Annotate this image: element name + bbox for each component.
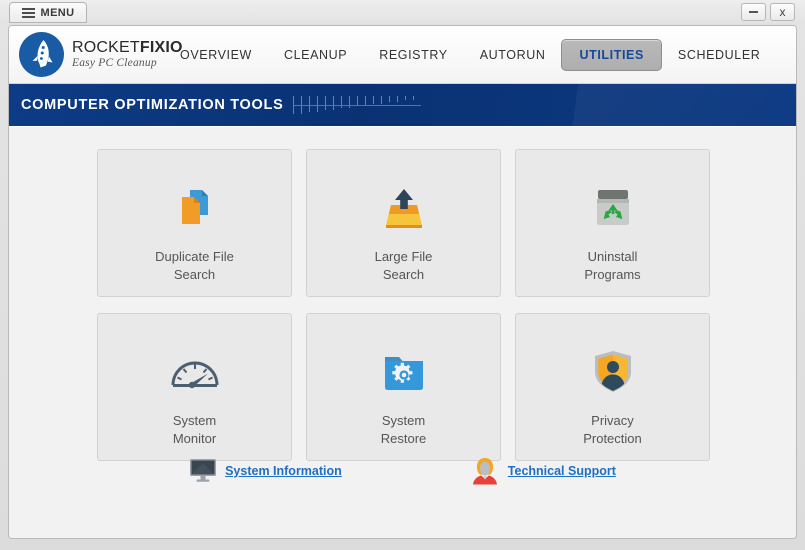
tab-autorun[interactable]: AUTORUN	[464, 39, 562, 71]
tool-tile-label: Uninstall Programs	[584, 249, 641, 283]
tab-overview[interactable]: OVERVIEW	[164, 39, 268, 71]
tab-cleanup[interactable]: CLEANUP	[268, 39, 363, 71]
tool-tile-privacy-protection[interactable]: Privacy Protection	[515, 313, 710, 461]
ruler-decoration	[293, 96, 422, 114]
hamburger-icon	[21, 7, 35, 18]
folder-gear-icon	[374, 342, 434, 402]
link-technical-support[interactable]: Technical Support	[472, 457, 616, 485]
shield-person-icon	[583, 342, 643, 402]
minimize-button[interactable]	[741, 3, 766, 21]
tool-tile-label: System Monitor	[172, 413, 217, 447]
window-frame: ROCKETFIXIO Easy PC Cleanup OVERVIEW CLE…	[8, 25, 797, 539]
tab-registry[interactable]: REGISTRY	[363, 39, 463, 71]
tool-tile-large-file-search[interactable]: Large File Search	[306, 149, 501, 297]
content-area: Duplicate File Search Large File Search	[9, 126, 796, 538]
menu-button-label: MENU	[40, 6, 75, 19]
tool-tile-label: Large File Search	[374, 249, 433, 283]
tab-utilities[interactable]: UTILITIES	[561, 38, 662, 71]
brand-name-part1: ROCKET	[72, 38, 140, 56]
tool-tile-label: Duplicate File Search	[155, 249, 234, 283]
nav-tabs: OVERVIEW CLEANUP REGISTRY AUTORUN UTILIT…	[164, 26, 776, 83]
tool-tile-system-monitor[interactable]: System Monitor	[97, 313, 292, 461]
link-system-information[interactable]: System Information	[189, 457, 342, 485]
monitor-icon	[189, 457, 217, 485]
page-title: COMPUTER OPTIMIZATION TOOLS	[21, 97, 284, 113]
large-file-tray-icon	[374, 178, 434, 238]
navigation-bar: ROCKETFIXIO Easy PC Cleanup OVERVIEW CLE…	[9, 26, 796, 84]
tool-tile-duplicate-file-search[interactable]: Duplicate File Search	[97, 149, 292, 297]
recycle-bin-icon	[583, 178, 643, 238]
title-bar: MENU x	[0, 0, 805, 25]
close-button[interactable]: x	[770, 3, 795, 21]
menu-button[interactable]: MENU	[9, 2, 87, 23]
duplicate-files-icon	[165, 178, 225, 238]
link-label: Technical Support	[507, 464, 616, 478]
close-icon: x	[779, 5, 786, 19]
section-banner: COMPUTER OPTIMIZATION TOOLS	[9, 84, 796, 126]
tool-tile-system-restore[interactable]: System Restore	[306, 313, 501, 461]
minimize-icon	[749, 11, 758, 13]
rocket-icon	[19, 32, 64, 77]
tool-tile-uninstall-programs[interactable]: Uninstall Programs	[515, 149, 710, 297]
brand-logo: ROCKETFIXIO Easy PC Cleanup	[19, 32, 183, 77]
gauge-icon	[165, 342, 225, 402]
support-agent-icon	[472, 457, 500, 485]
tool-tile-label: System Restore	[380, 413, 427, 447]
window-controls: x	[741, 3, 795, 21]
link-label: System Information	[225, 464, 342, 478]
application-window: MENU x ROCKETFIXIO Easy PC Cleanup OVERV…	[0, 0, 805, 550]
tab-scheduler[interactable]: SCHEDULER	[662, 39, 777, 71]
tools-grid: Duplicate File Search Large File Search	[97, 149, 710, 461]
footer-links: System Information Technical Support	[9, 457, 796, 485]
tool-tile-label: Privacy Protection	[583, 413, 642, 447]
